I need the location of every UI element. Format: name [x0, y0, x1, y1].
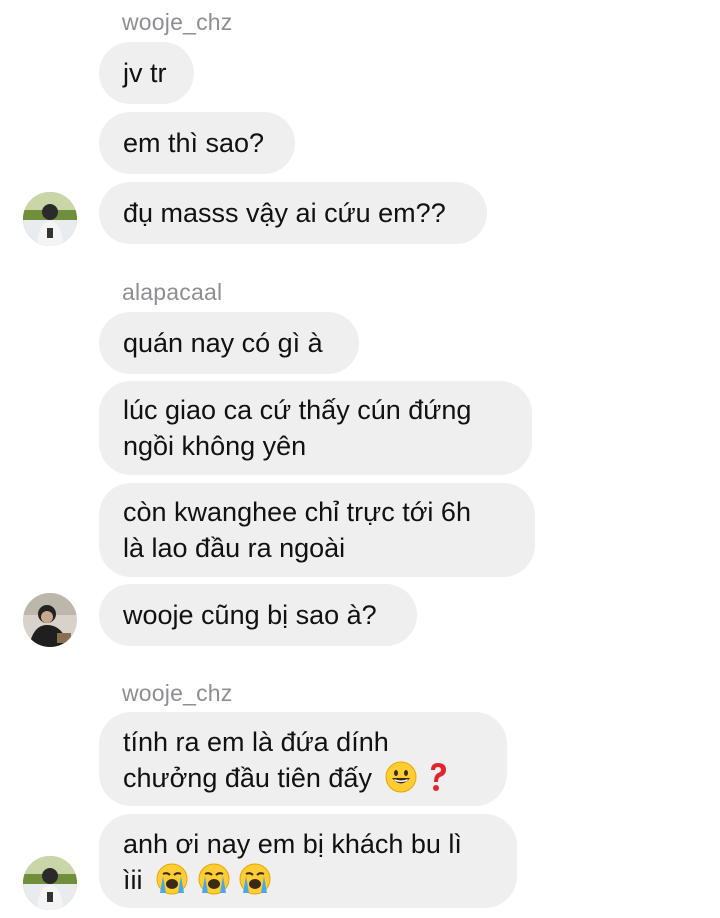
message-bubble[interactable]: em thì sao? — [99, 112, 295, 174]
message-bubble[interactable]: còn kwanghee chỉ trực tới 6h là lao đầu … — [99, 483, 535, 577]
sender-name: wooje_chz — [122, 680, 233, 706]
sender-name: wooje_chz — [122, 9, 233, 35]
grinning-face-emoji — [385, 761, 417, 793]
sender-name: alapacaal — [122, 279, 223, 305]
message-text: ìii — [123, 865, 143, 895]
message-text: ngồi không yên — [123, 431, 307, 461]
message-bubble[interactable]: tính ra em là đứa dính chưởng đầu tiên đ… — [99, 712, 507, 806]
stadium-player-avatar-image — [23, 192, 77, 246]
message-text: đụ masss vậy ai cứu em?? — [123, 198, 446, 228]
message-text: anh ơi nay em bị khách bu lì — [123, 829, 462, 859]
message-text-with-emoji: chưởng đầu tiên đấy — [123, 760, 483, 796]
message-text: lúc giao ca cứ thấy cún đứng — [123, 395, 472, 425]
message-bubble[interactable]: quán nay có gì à — [99, 312, 359, 374]
avatar[interactable] — [23, 192, 77, 246]
avatar[interactable] — [23, 856, 77, 910]
red-question-mark-emoji — [427, 761, 449, 793]
message-bubble[interactable]: anh ơi nay em bị khách bu lì ìii — [99, 814, 517, 908]
loudly-crying-face-emoji — [239, 863, 271, 895]
message-text: quán nay có gì à — [123, 328, 323, 358]
message-text: jv tr — [123, 58, 167, 88]
dark-portrait-avatar-image — [23, 593, 77, 647]
message-text: là lao đầu ra ngoài — [123, 533, 346, 563]
stadium-player-avatar-image — [23, 856, 77, 910]
message-bubble[interactable]: đụ masss vậy ai cứu em?? — [99, 182, 487, 244]
message-text: em thì sao? — [123, 128, 265, 158]
loudly-crying-face-emoji — [198, 863, 230, 895]
loudly-crying-face-emoji — [156, 863, 188, 895]
message-bubble[interactable]: wooje cũng bị sao à? — [99, 584, 417, 646]
avatar[interactable] — [23, 593, 77, 647]
message-bubble[interactable]: jv tr — [99, 42, 194, 104]
message-text: wooje cũng bị sao à? — [123, 600, 377, 630]
message-text: còn kwanghee chỉ trực tới 6h — [123, 497, 471, 527]
message-bubble[interactable]: lúc giao ca cứ thấy cún đứng ngồi không … — [99, 381, 532, 475]
message-text-with-emoji: ìii — [123, 862, 493, 898]
message-text: tính ra em là đứa dính — [123, 727, 389, 757]
chat-thread: wooje_chz jv tr em thì sao? đụ masss vậy… — [0, 0, 720, 918]
message-text: chưởng đầu tiên đấy — [123, 763, 372, 793]
